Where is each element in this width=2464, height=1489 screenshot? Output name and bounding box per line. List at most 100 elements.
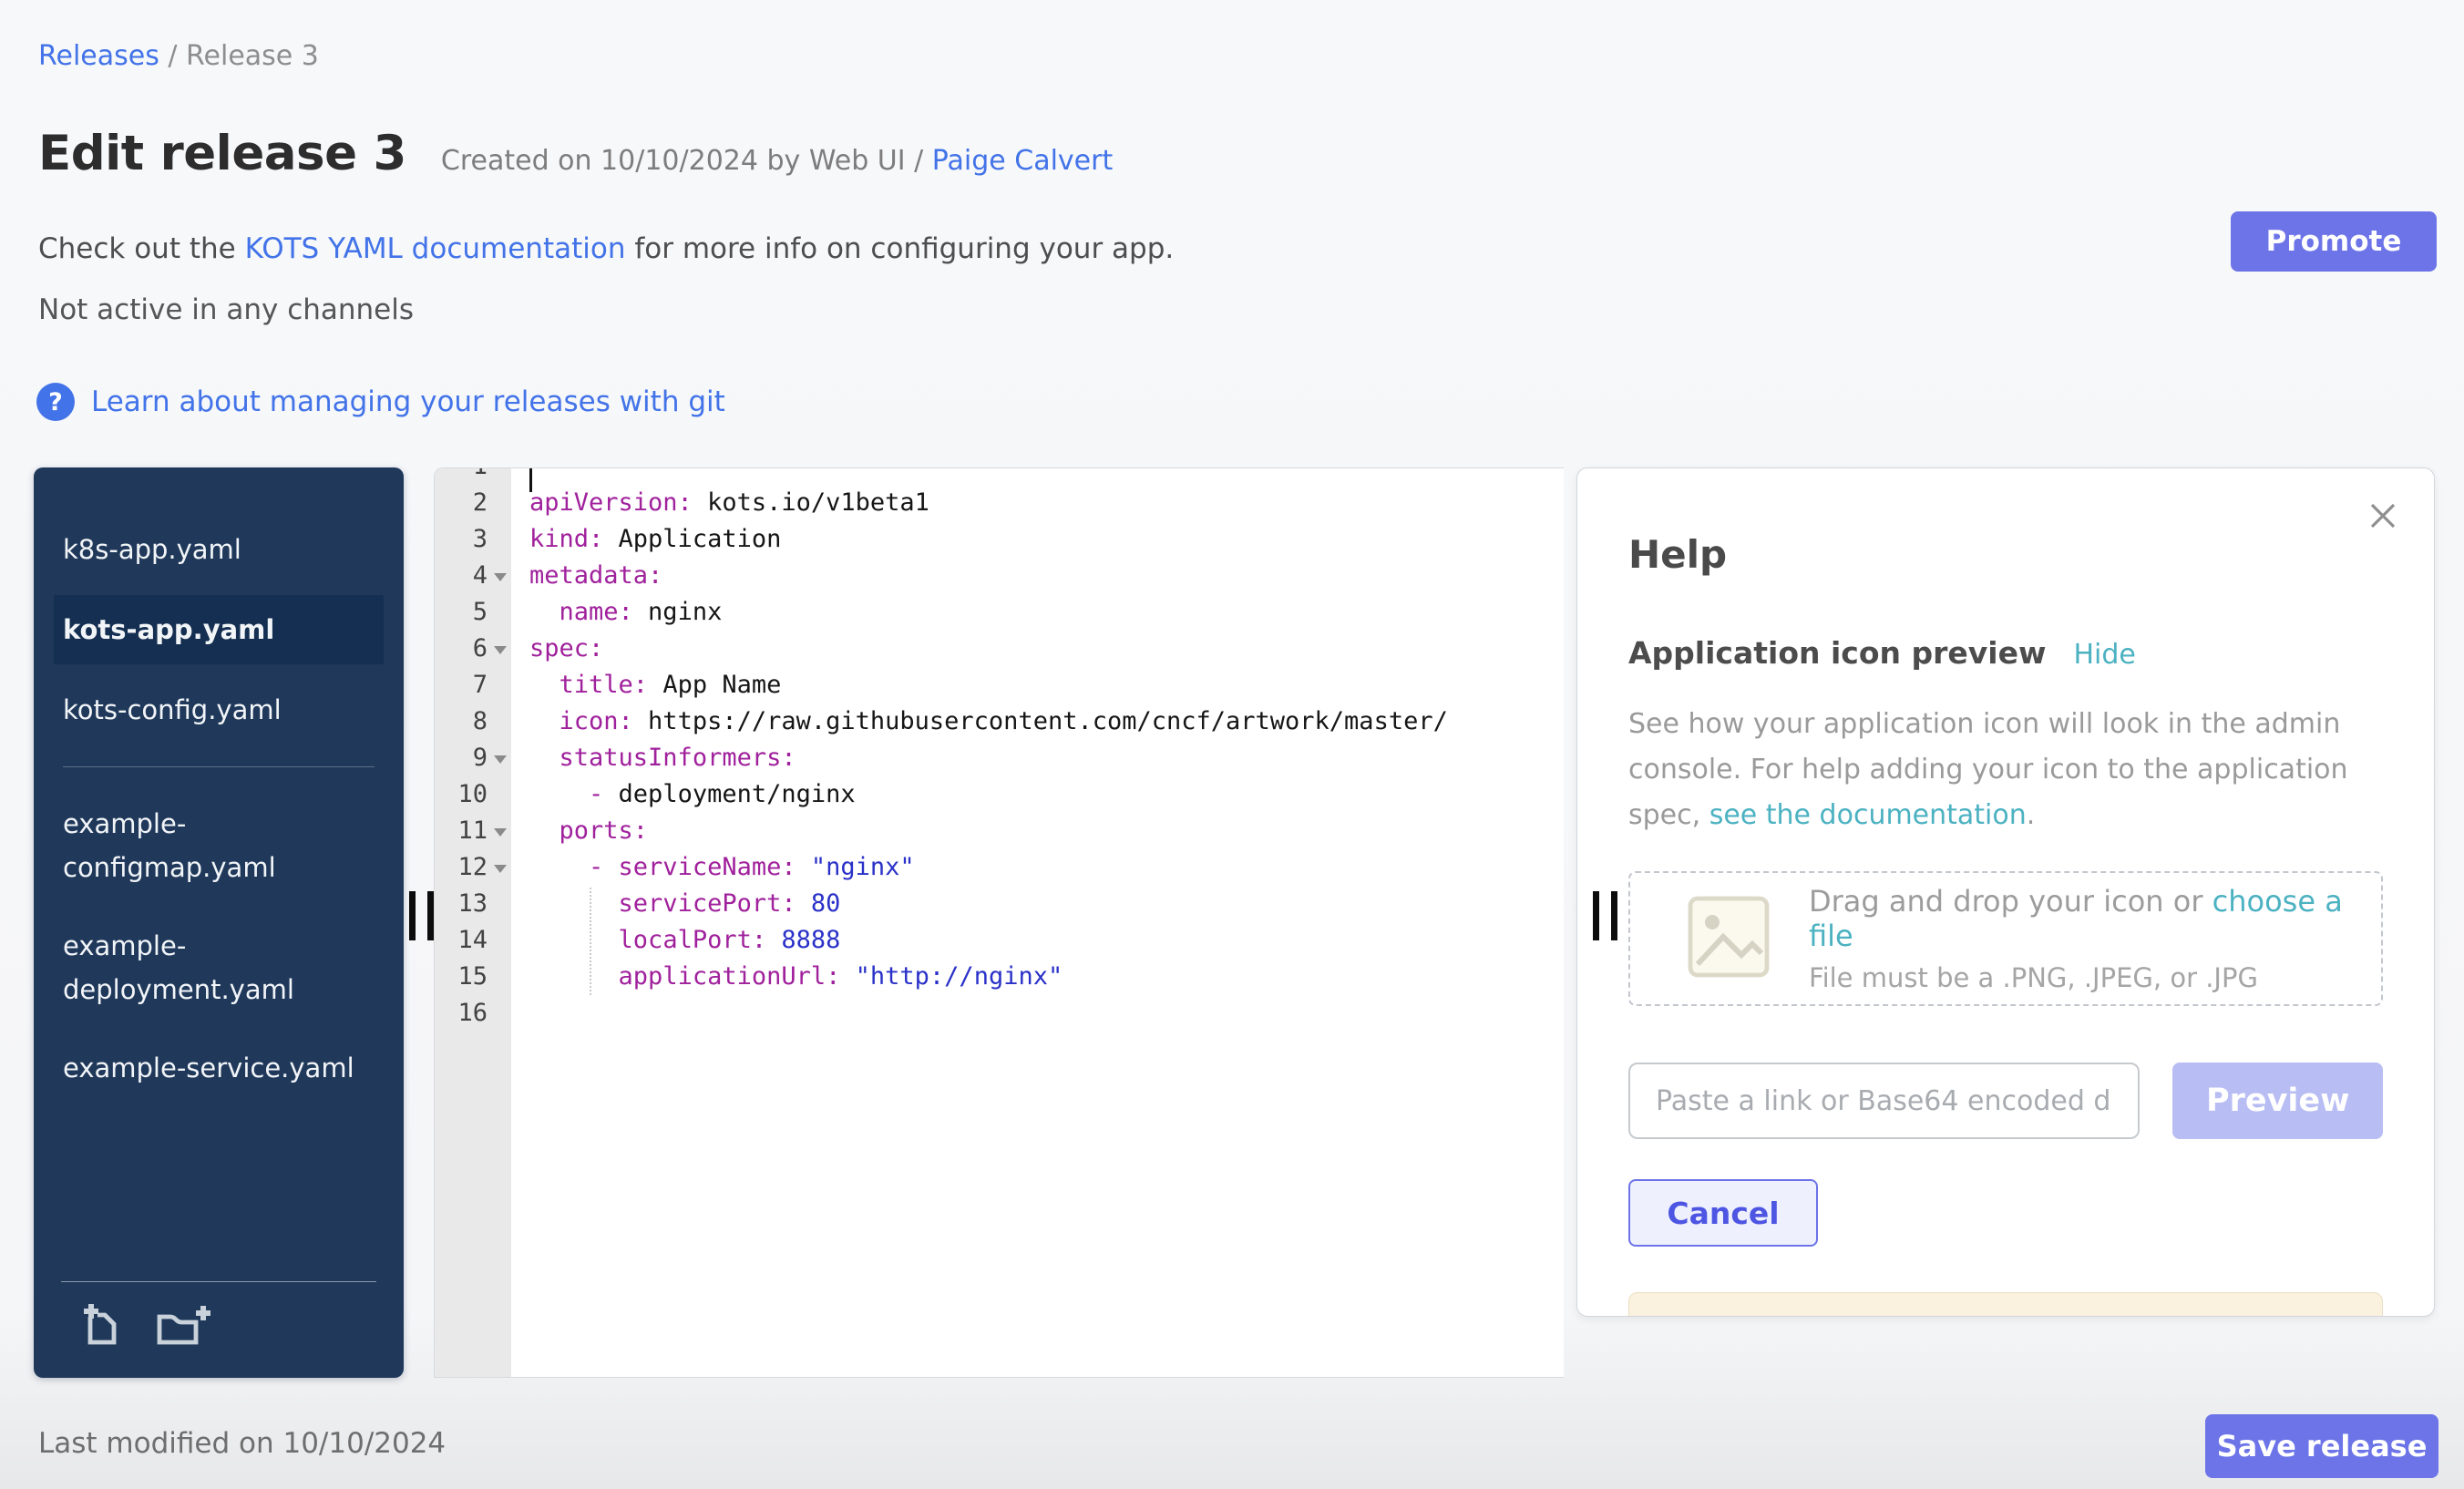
new-folder-button[interactable] xyxy=(154,1300,214,1354)
file-item-example-deployment.yaml[interactable]: example-deployment.yaml xyxy=(34,909,404,1026)
editor-line-1[interactable]: 1--- xyxy=(435,467,1564,485)
fold-spacer xyxy=(488,776,511,813)
fold-arrow-icon[interactable] xyxy=(488,813,511,849)
editor-line-12[interactable]: 12 - serviceName: "nginx" xyxy=(435,849,1564,886)
icon-dropzone[interactable]: Drag and drop your icon or choose a file… xyxy=(1628,871,2383,1006)
line-number: 6 xyxy=(435,631,488,667)
code-text: localPort: 8888 xyxy=(511,922,840,959)
code-text: spec: xyxy=(511,631,603,667)
line-number: 9 xyxy=(435,740,488,776)
code-text: statusInformers: xyxy=(511,740,796,776)
fold-spacer xyxy=(488,485,511,521)
dropzone-hint-text: File must be a .PNG, .JPEG, or .JPG xyxy=(1809,962,2381,993)
editor-line-3[interactable]: 3 kind: Application xyxy=(435,521,1564,558)
fold-arrow-icon[interactable] xyxy=(488,849,511,886)
editor-line-9[interactable]: 9 statusInformers: xyxy=(435,740,1564,776)
kots-yaml-doc-link[interactable]: KOTS YAML documentation xyxy=(245,232,626,265)
editor-line-5[interactable]: 5 name: nginx xyxy=(435,594,1564,631)
created-info: Created on 10/10/2024 by Web UI / Paige … xyxy=(441,145,1113,177)
fold-arrow-icon[interactable] xyxy=(488,558,511,594)
learn-git-link[interactable]: Learn about managing your releases with … xyxy=(91,385,725,418)
icon-preview-title: Application icon preview xyxy=(1628,635,2046,671)
editor-line-11[interactable]: 11 ports: xyxy=(435,813,1564,849)
code-text: name: nginx xyxy=(511,594,722,631)
last-modified-text: Last modified on 10/10/2024 xyxy=(38,1427,446,1460)
line-number: 14 xyxy=(435,922,488,959)
line-number: 1 xyxy=(435,467,488,485)
editor-line-15[interactable]: 15 applicationUrl: "http://nginx" xyxy=(435,959,1564,995)
code-text: - deployment/nginx xyxy=(511,776,856,813)
fold-spacer xyxy=(488,995,511,1032)
icon-url-row: Preview xyxy=(1628,1063,2383,1139)
file-item-k8s-app.yaml[interactable]: k8s-app.yaml xyxy=(34,513,404,586)
editor-line-10[interactable]: 10 - deployment/nginx xyxy=(435,776,1564,813)
file-item-kots-app.yaml[interactable]: kots-app.yaml xyxy=(54,595,384,664)
image-placeholder-icon xyxy=(1687,895,1771,982)
file-item-example-configmap.yaml[interactable]: example-configmap.yaml xyxy=(34,787,404,904)
line-number: 10 xyxy=(435,776,488,813)
editor-line-7[interactable]: 7 title: App Name xyxy=(435,667,1564,703)
edit-release-page: Releases / Release 3 Edit release 3 Crea… xyxy=(0,0,2464,1489)
code-text: servicePort: 80 xyxy=(511,886,840,922)
channel-status-text: Not active in any channels xyxy=(38,293,414,326)
editor-line-6[interactable]: 6 spec: xyxy=(435,631,1564,667)
file-item-kots-config.yaml[interactable]: kots-config.yaml xyxy=(34,673,404,746)
fold-spacer xyxy=(488,594,511,631)
file-list: k8s-app.yaml kots-app.yaml kots-config.yam… xyxy=(34,508,404,1281)
editor-lines[interactable]: 1---2apiVersion: kots.io/v1beta13 kind: A… xyxy=(435,467,1564,1032)
help-title: Help xyxy=(1628,532,2383,577)
save-release-button[interactable]: Save release xyxy=(2205,1414,2438,1478)
line-number: 11 xyxy=(435,813,488,849)
editor-line-2[interactable]: 2apiVersion: kots.io/v1beta1 xyxy=(435,485,1564,521)
docs-banner-text: Check out the xyxy=(38,232,245,265)
docs-banner: Check out the KOTS YAML documentation fo… xyxy=(38,232,1174,265)
dropzone-main-text: Drag and drop your icon or choose a file xyxy=(1809,884,2381,953)
line-number: 12 xyxy=(435,849,488,886)
promote-button[interactable]: Promote xyxy=(2231,211,2437,272)
breadcrumb-separator: / xyxy=(159,40,186,72)
cancel-button[interactable]: Cancel xyxy=(1628,1179,1818,1247)
editor-line-14[interactable]: 14 localPort: 8888 xyxy=(435,922,1564,959)
editor-resize-handle[interactable] xyxy=(1593,891,1617,940)
icon-preview-section-header: Application icon preview Hide xyxy=(1628,635,2383,671)
editor-line-13[interactable]: 13 servicePort: 80 xyxy=(435,886,1564,922)
see-documentation-link[interactable]: see the documentation xyxy=(1709,799,2027,831)
icon-preview-description: See how your application icon will look … xyxy=(1628,702,2376,838)
fold-spacer xyxy=(488,959,511,995)
title-row: Edit release 3 Created on 10/10/2024 by … xyxy=(38,126,1113,181)
code-text: icon: https://raw.githubusercontent.com/… xyxy=(511,703,1448,740)
breadcrumb-releases-link[interactable]: Releases xyxy=(38,40,159,72)
icon-url-input[interactable] xyxy=(1628,1063,2140,1139)
fold-arrow-icon[interactable] xyxy=(488,631,511,667)
code-text: kind: Application xyxy=(511,521,781,558)
docs-banner-text-end: for more info on configuring your app. xyxy=(625,232,1174,265)
preview-button[interactable]: Preview xyxy=(2172,1063,2383,1139)
fold-arrow-icon[interactable] xyxy=(488,740,511,776)
fold-spacer xyxy=(488,521,511,558)
code-text: applicationUrl: "http://nginx" xyxy=(511,959,1063,995)
hide-link[interactable]: Hide xyxy=(2073,639,2135,671)
dropzone-texts: Drag and drop your icon or choose a file… xyxy=(1809,884,2381,993)
code-text xyxy=(511,995,529,1032)
code-text: ports: xyxy=(511,813,648,849)
yaml-editor[interactable]: 1---2apiVersion: kots.io/v1beta13 kind: A… xyxy=(434,467,1564,1378)
close-icon[interactable] xyxy=(2363,496,2403,539)
editor-line-4[interactable]: 4metadata: xyxy=(435,558,1564,594)
line-number: 16 xyxy=(435,995,488,1032)
fold-spacer xyxy=(488,922,511,959)
line-number: 7 xyxy=(435,667,488,703)
editor-line-16[interactable]: 16 xyxy=(435,995,1564,1032)
code-text: - serviceName: "nginx" xyxy=(511,849,915,886)
author-link[interactable]: Paige Calvert xyxy=(932,145,1113,177)
learn-git-row: ? Learn about managing your releases wit… xyxy=(36,383,725,421)
file-list-divider xyxy=(63,766,375,767)
file-item-example-service.yaml[interactable]: example-service.yaml xyxy=(34,1032,404,1104)
new-file-icon xyxy=(77,1340,128,1354)
sidebar-resize-handle[interactable] xyxy=(409,891,434,940)
editor-line-8[interactable]: 8 icon: https://raw.githubusercontent.co… xyxy=(435,703,1564,740)
new-file-button[interactable] xyxy=(77,1300,128,1354)
file-sidebar: k8s-app.yaml kots-app.yaml kots-config.yam… xyxy=(34,467,404,1378)
line-number: 3 xyxy=(435,521,488,558)
page-title: Edit release 3 xyxy=(38,126,406,181)
line-number: 4 xyxy=(435,558,488,594)
